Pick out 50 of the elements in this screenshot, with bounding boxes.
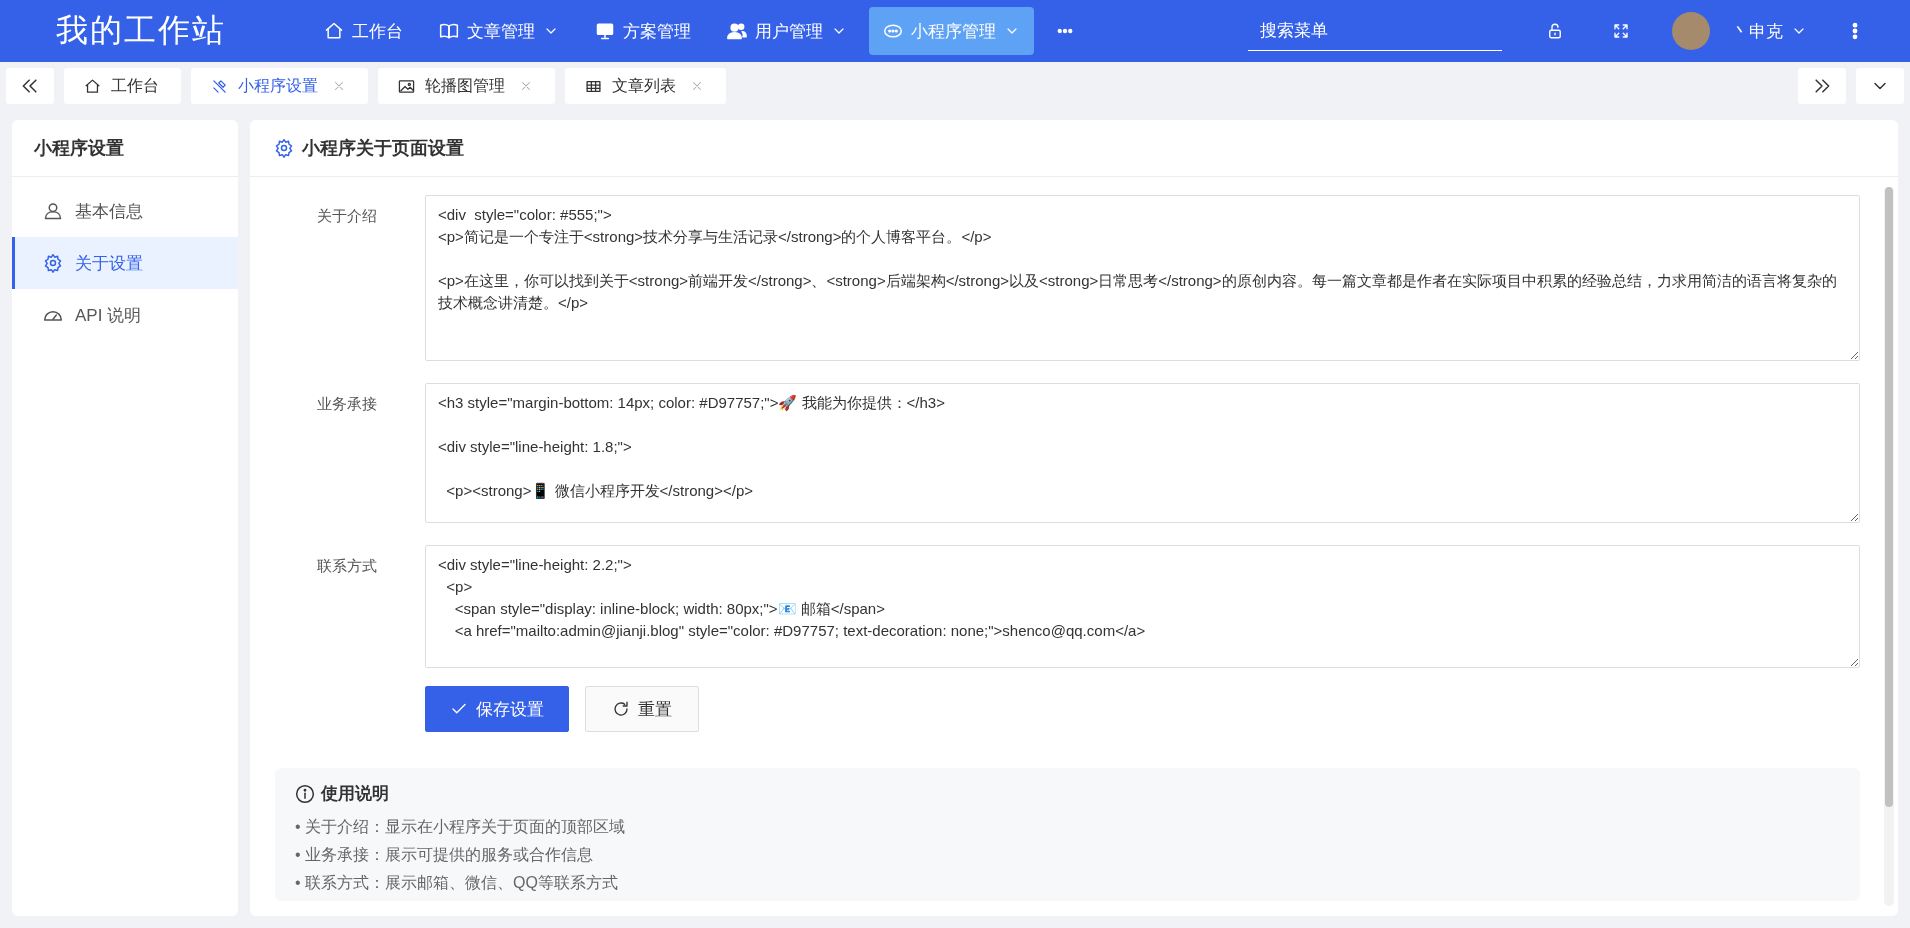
refresh-icon [612,700,630,718]
sidebar-item[interactable]: 关于设置 [12,237,238,289]
save-button[interactable]: 保存设置 [425,686,569,732]
app-title: 我的工作站 [55,11,227,50]
nav-menu-item[interactable]: 用户管理 [713,7,861,55]
scroll-thumb[interactable] [1885,187,1893,807]
close-icon[interactable] [332,79,346,93]
sidebar-title: 小程序设置 [12,120,238,177]
panel-title: 小程序关于页面设置 [302,137,464,160]
close-icon[interactable] [519,79,533,93]
info-icon [295,783,315,804]
nav-menu-item[interactable]: 文章管理 [425,7,573,55]
tools-icon [211,77,228,95]
nav-menu-item[interactable]: 工作台 [310,7,417,55]
close-icon[interactable] [690,79,704,93]
sidebar-item[interactable]: 基本信息 [12,185,238,237]
user-menu[interactable]: 丶申克 [1732,19,1807,43]
scrollbar[interactable] [1884,187,1894,906]
image-icon [398,77,415,95]
sidebar-item[interactable]: API 说明 [12,289,238,341]
nav-menu-item[interactable]: 方案管理 [581,7,705,55]
reset-button[interactable]: 重置 [585,686,699,732]
tab[interactable]: 轮播图管理 [378,68,555,104]
double-right-icon[interactable] [1798,68,1846,104]
help-text: • 业务承接：展示可提供的服务或合作信息 [295,845,595,865]
help-text: • 联系方式：展示邮箱、微信、QQ等联系方式 [295,873,619,893]
help-title: 使用说明 [321,783,389,805]
search-field[interactable]: 搜索菜单 [1248,11,1502,51]
text-area[interactable]: <h3 style="margin-bottom: 14px; color: #D97757;">🚀 我能为你提供：</h3> <div style="line-height: 1.8;"> <p><strong>📱 微信小程序开发</strong></p> [425,383,1860,523]
field-label: 业务承接 [316,394,378,414]
settings-icon [43,253,63,273]
home-icon [84,77,101,95]
book-icon [439,21,459,41]
text-area[interactable]: <div style="line-height: 2.2;"> <p> <span style="display: inline-block; width: 80px;">📧 邮箱</span> <a href="mailto:admin@jianji.blog" style="color: #D97757; text-decoration: none;">shenco@qq.com</a> [425,545,1860,668]
presentation-icon [595,21,615,41]
user-icon [43,201,63,221]
tab[interactable]: 工作台 [64,68,181,104]
text-area[interactable]: <div style="color: #555;"> <p>简记是一个专注于<strong>技术分享与生活记录</strong>的个人博客平台。</p> <p>在这里，你可以找到关于<strong>前端开发</strong>、<strong>后端架构</strong>以及<strong>日常思考</strong>的原创内容。每一篇文章都是作者在实际项目中积累的经验总结，力求用简洁的语言将复杂的技术概念讲清楚。</p> [425,195,1860,361]
settings-icon [274,138,294,158]
caret-icon[interactable] [1856,68,1904,104]
tab[interactable]: 文章列表 [565,68,726,104]
avatar[interactable] [1672,12,1710,50]
help-text: • 关于介绍：显示在小程序关于页面的顶部区域 [295,817,627,837]
home-icon [324,21,344,41]
field-label: 关于介绍 [316,206,378,226]
double-left-icon[interactable] [6,68,54,104]
tab[interactable]: 小程序设置 [191,68,368,104]
users-icon [727,21,747,41]
chat-icon [883,21,903,41]
field-label: 联系方式 [316,556,378,576]
